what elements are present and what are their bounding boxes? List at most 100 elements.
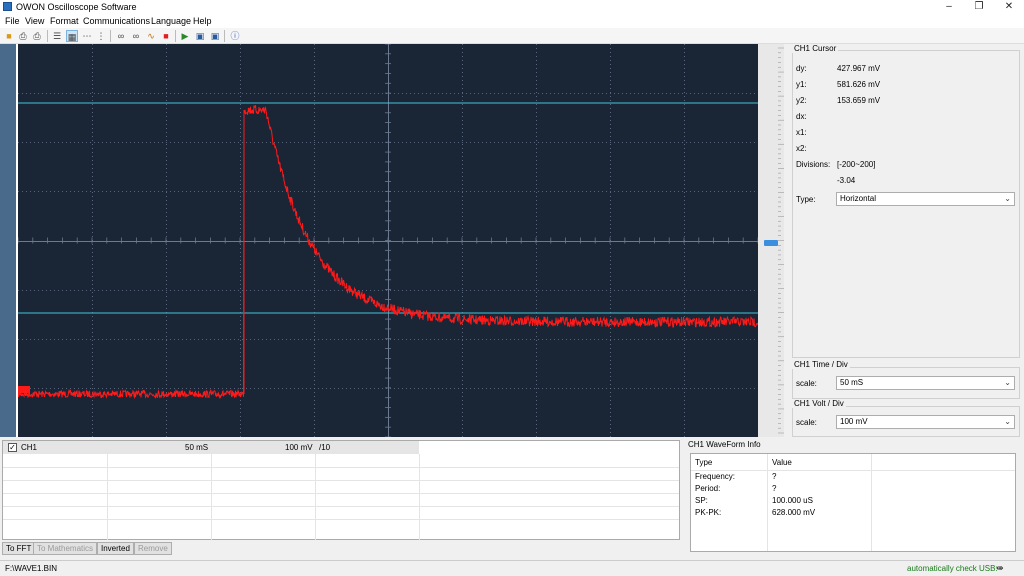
export-icon[interactable]: ▶ — [179, 30, 191, 42]
file-path: F:\WAVE1.BIN — [5, 564, 58, 573]
channel-probe: /10 — [319, 443, 331, 452]
right-panel: CH1 Cursor dy: 427.967 mV y1: 581.626 mV… — [788, 44, 1024, 437]
wf-divider — [871, 454, 872, 551]
app-icon — [3, 2, 12, 11]
wf-header-line — [691, 470, 1015, 471]
volt-scale-value: 100 mV — [840, 417, 868, 426]
list-icon[interactable]: ☰ — [51, 30, 63, 42]
cursor-y2-value: 153.659 mV — [837, 96, 881, 105]
left-ruler — [0, 44, 18, 437]
inverted-button[interactable]: Inverted — [97, 542, 134, 555]
time-scale-label: scale: — [796, 379, 817, 388]
waveform-info-panel: CH1 WaveForm Info Type Value Frequency: … — [684, 440, 1022, 555]
cursor-divisions-range: [-200~200] — [837, 160, 876, 169]
dots-icon[interactable]: ⋯ — [81, 30, 93, 42]
ch1-checkbox[interactable]: ✓ — [8, 443, 17, 452]
status-bar: F:\WAVE1.BIN automatically check USB: ⇼ — [0, 560, 1024, 576]
cursor-y2-label: y2: — [796, 96, 807, 105]
dots-small-icon[interactable]: ⋮ — [95, 30, 107, 42]
waveform-display[interactable] — [18, 44, 758, 437]
wf-divider — [767, 454, 768, 551]
grid-icon[interactable]: ▦ — [66, 30, 78, 42]
cursor-y1-label: y1: — [796, 80, 807, 89]
to-mathematics-button[interactable]: To Mathematics — [33, 542, 98, 555]
volt-panel-title: CH1 Volt / Div — [792, 399, 846, 408]
usb-status: automatically check USB: — [907, 564, 998, 573]
open-folder-icon[interactable]: ■ — [3, 30, 15, 42]
menu-communications[interactable]: Communications — [83, 16, 150, 26]
channel-volt: 100 mV — [285, 443, 313, 452]
link2-icon[interactable]: ∞ — [130, 30, 142, 42]
cursor-panel-title: CH1 Cursor — [792, 44, 839, 53]
title-bar: OWON Oscilloscope Software – ❐ ✕ — [0, 0, 1024, 14]
menu-language[interactable]: Language — [151, 16, 191, 26]
menu-view[interactable]: View — [25, 16, 44, 26]
oscilloscope-screen[interactable] — [18, 44, 758, 437]
minimize-icon[interactable]: – — [934, 0, 964, 14]
window-title: OWON Oscilloscope Software — [16, 2, 137, 12]
cursor-x1-label: x1: — [796, 128, 807, 137]
chevron-down-icon: ⌄ — [1004, 417, 1011, 426]
usb-icon: ⇼ — [996, 563, 1004, 573]
wf-col-value: Value — [772, 458, 792, 467]
cursor-divisions-value: -3.04 — [837, 176, 856, 185]
toolbar-separator — [47, 30, 48, 42]
channel-name: CH1 — [21, 443, 38, 452]
waveform-info-table: Type Value Frequency: ? Period: ? SP: 10… — [690, 453, 1016, 552]
wf-period-label: Period: — [695, 484, 721, 493]
menu-bar: File View Format Communications Language… — [0, 14, 1024, 28]
stop-icon[interactable]: ■ — [160, 30, 172, 42]
wf-col-type: Type — [695, 458, 713, 467]
to-fft-button[interactable]: To FFT — [2, 542, 36, 555]
wf-sp-label: SP: — [695, 496, 708, 505]
cursor-divisions-label: Divisions: — [796, 160, 831, 169]
menu-help[interactable]: Help — [193, 16, 212, 26]
table-row-line — [3, 467, 679, 468]
trigger-level-marker[interactable] — [764, 240, 778, 246]
waveform-info-title: CH1 WaveForm Info — [688, 440, 761, 449]
cursor-dy-value: 427.967 mV — [837, 64, 881, 73]
cursor-dx-label: dx: — [796, 112, 807, 121]
channel-table: ✓ CH1 50 mS 100 mV /10 — [2, 440, 680, 540]
toolbar-separator — [175, 30, 176, 42]
channel-time: 50 mS — [185, 443, 209, 452]
toolbar-separator — [110, 30, 111, 42]
remove-button[interactable]: Remove — [134, 542, 172, 555]
time-panel-title: CH1 Time / Div — [792, 360, 850, 369]
waveform-icon[interactable]: ∿ — [145, 30, 157, 42]
close-icon[interactable]: ✕ — [994, 0, 1024, 14]
monitor-icon[interactable]: ▣ — [194, 30, 206, 42]
wf-sp-value: 100.000 uS — [772, 496, 813, 505]
chevron-down-icon: ⌄ — [1004, 378, 1011, 387]
menu-file[interactable]: File — [5, 16, 20, 26]
cursor-type-select[interactable]: Horizontal ⌄ — [836, 192, 1015, 206]
table-row-line — [3, 506, 679, 507]
wf-pkpk-value: 628.000 mV — [772, 508, 816, 517]
wf-pkpk-label: PK-PK: — [695, 508, 722, 517]
link-icon[interactable]: ∞ — [115, 30, 127, 42]
cursor-type-label: Type: — [796, 195, 816, 204]
save-icon[interactable]: ▣ — [209, 30, 221, 42]
cursor-y1-value: 581.626 mV — [837, 80, 881, 89]
table-row-line — [3, 519, 679, 520]
cursor-type-value: Horizontal — [840, 194, 877, 203]
wf-period-value: ? — [772, 484, 777, 493]
print-icon[interactable]: ⎙ — [17, 30, 29, 42]
help-icon[interactable]: ⓘ — [229, 30, 241, 42]
cursor-dy-label: dy: — [796, 64, 807, 73]
menu-format[interactable]: Format — [50, 16, 79, 26]
print-preview-icon[interactable]: ⎙ — [31, 30, 43, 42]
volt-scale-select[interactable]: 100 mV ⌄ — [836, 415, 1015, 429]
chevron-down-icon: ⌄ — [1004, 194, 1011, 203]
channel-row[interactable] — [3, 441, 419, 454]
wf-frequency-label: Frequency: — [695, 472, 736, 481]
toolbar-separator — [224, 30, 225, 42]
table-row-line — [3, 480, 679, 481]
restore-icon[interactable]: ❐ — [964, 0, 994, 14]
time-scale-select[interactable]: 50 mS ⌄ — [836, 376, 1015, 390]
time-scale-value: 50 mS — [840, 378, 864, 387]
wf-frequency-value: ? — [772, 472, 777, 481]
ch1-level-marker[interactable] — [18, 386, 30, 393]
cursor-x2-label: x2: — [796, 144, 807, 153]
volt-scale-label: scale: — [796, 418, 817, 427]
